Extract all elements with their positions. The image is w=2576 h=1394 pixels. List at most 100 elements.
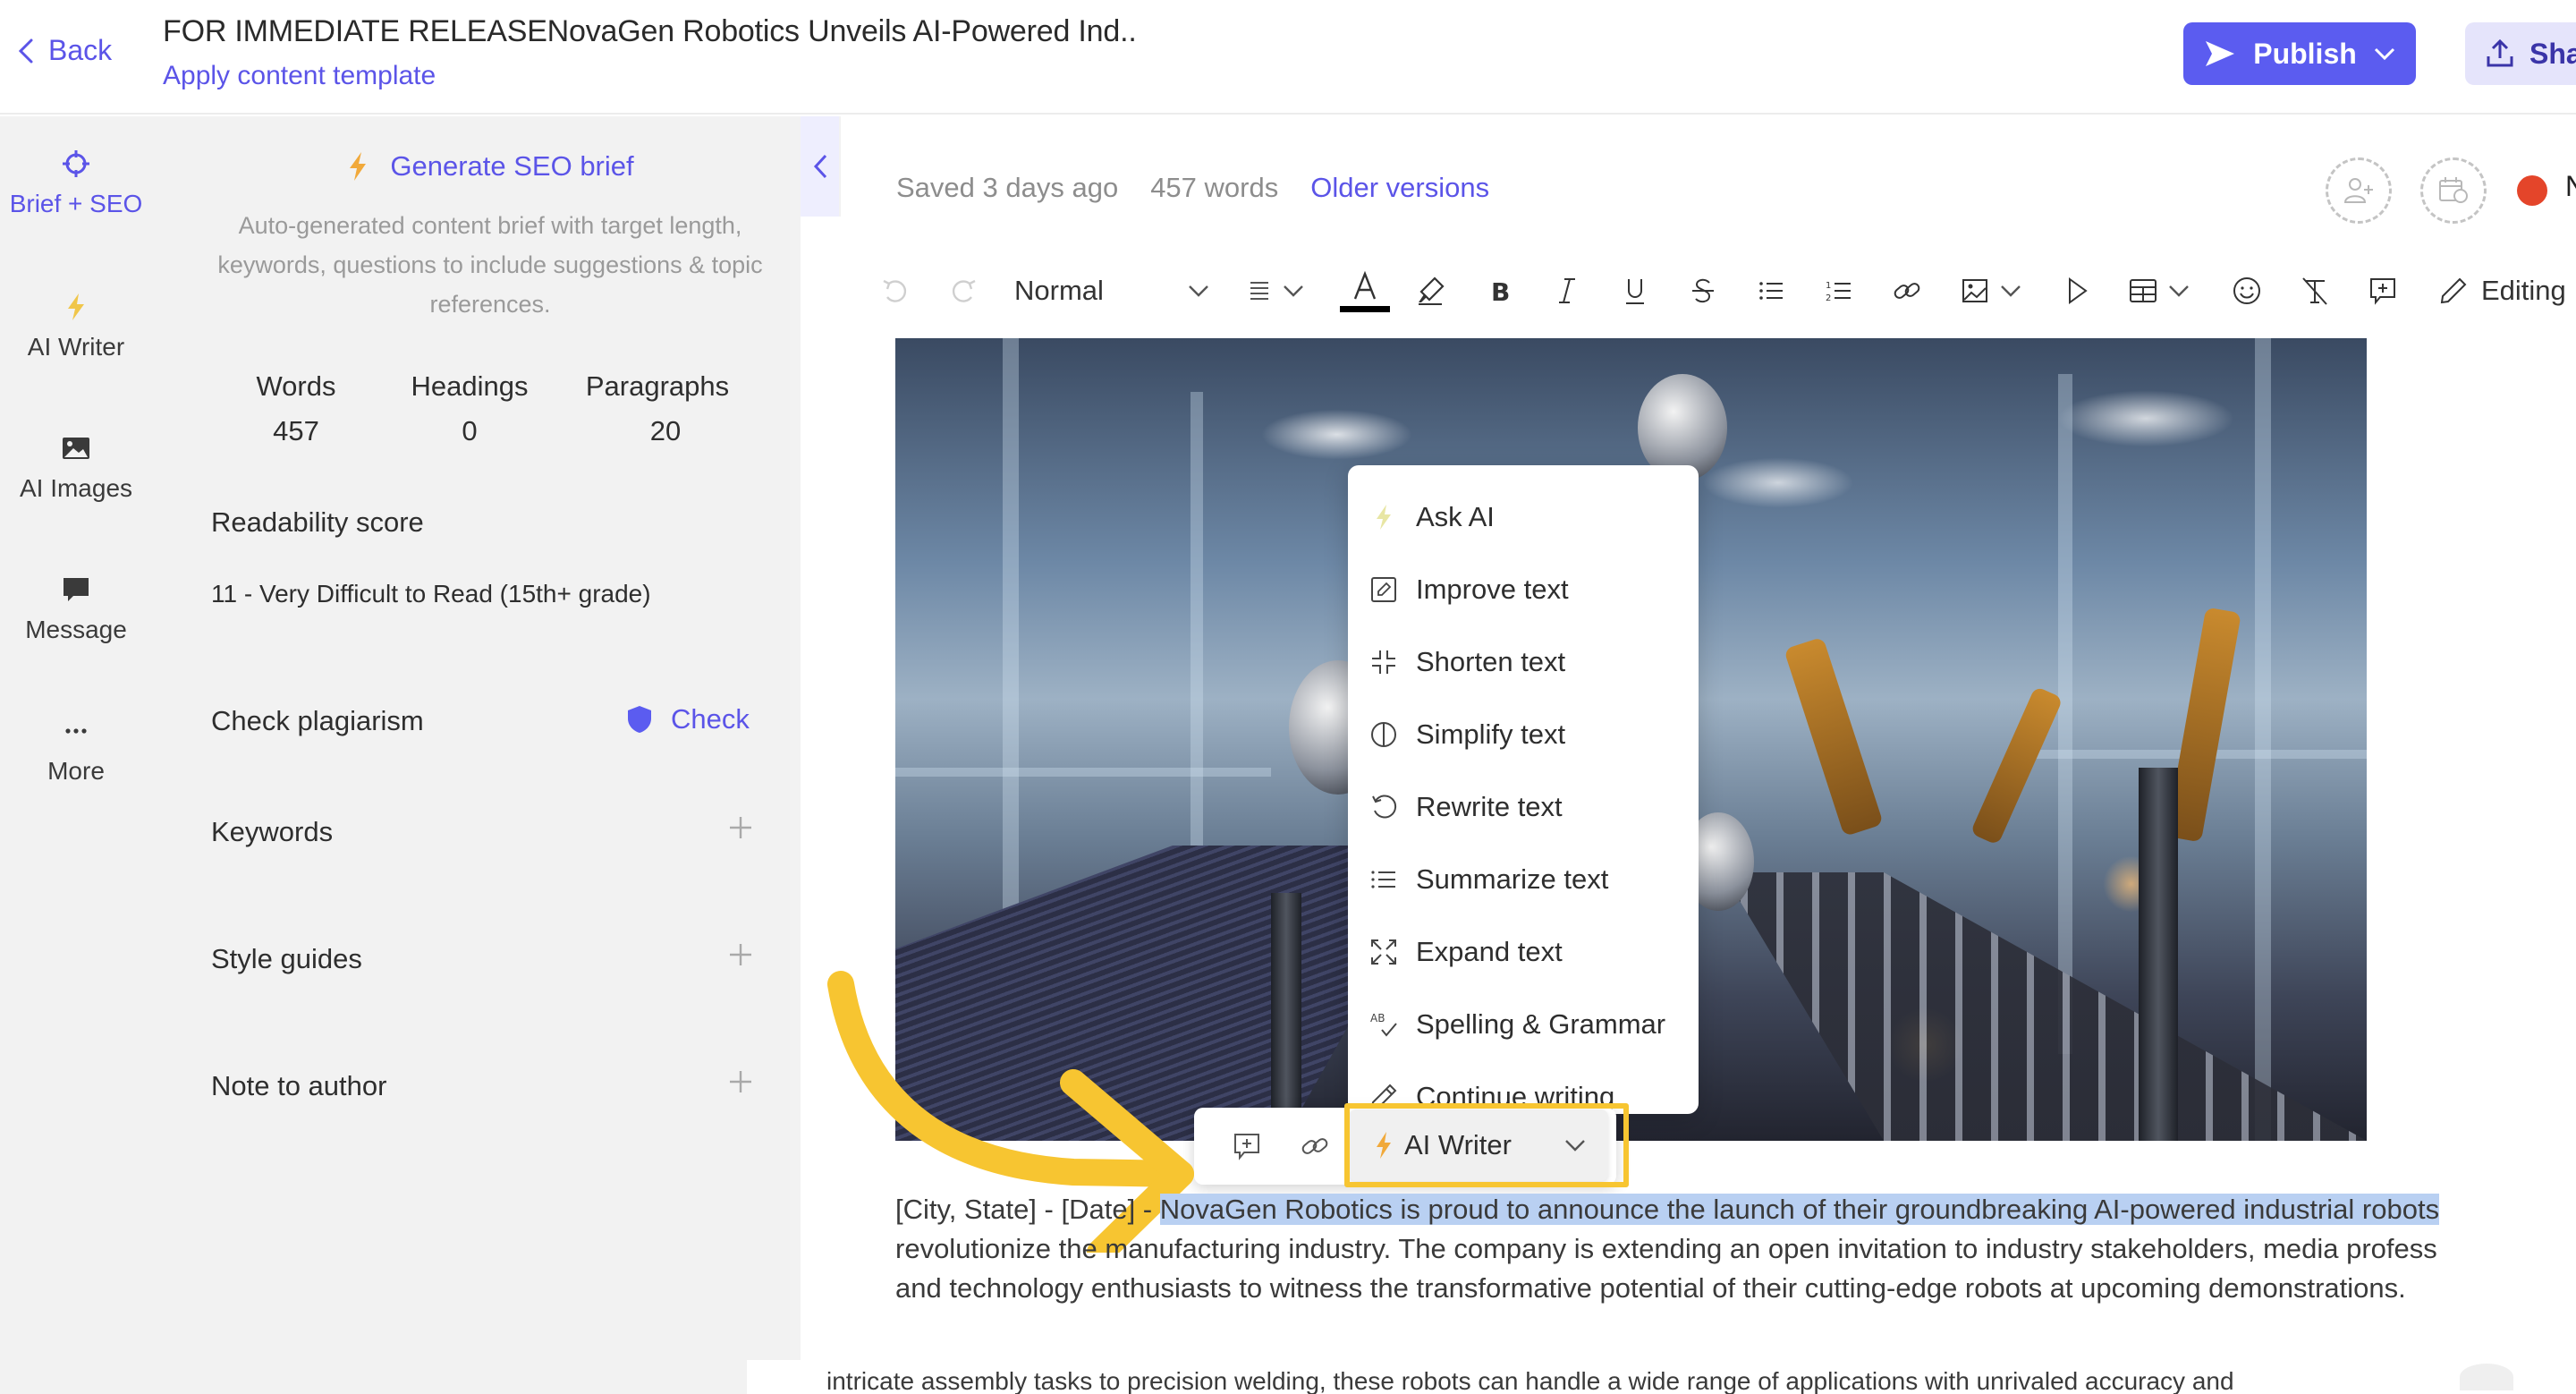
apply-content-template-link[interactable]: Apply content template	[163, 61, 436, 91]
align-icon	[1250, 282, 1268, 300]
menu-item-summarize-text[interactable]: Summarize text	[1348, 847, 1699, 912]
menu-item-label: Rewrite text	[1416, 791, 1563, 822]
insert-image-dropdown[interactable]	[1995, 265, 2027, 317]
menu-item-rewrite-text[interactable]: Rewrite text	[1348, 775, 1699, 839]
comment-plus-icon	[1234, 1134, 1259, 1160]
menu-item-shorten-text[interactable]: Shorten text	[1348, 630, 1699, 694]
menu-item-spelling-grammar[interactable]: AB Spelling & Grammar	[1348, 992, 1699, 1057]
bolt-icon	[350, 152, 367, 181]
menu-item-label: Ask AI	[1416, 501, 1495, 532]
schedule-button[interactable]	[2420, 157, 2487, 224]
scroll-to-top-button[interactable]	[2460, 1364, 2513, 1390]
align-button[interactable]	[1241, 265, 1277, 317]
svg-text:B: B	[1491, 277, 1510, 306]
highlighter-icon	[1419, 276, 1445, 305]
bold-button[interactable]: B	[1481, 265, 1517, 317]
selected-text[interactable]: NovaGen Robotics is proud to announce th…	[1159, 1194, 2440, 1225]
strikethrough-button[interactable]	[1685, 265, 1721, 317]
image-icon	[1962, 279, 1987, 302]
half-circle-icon	[1371, 722, 1396, 747]
clear-formatting-button[interactable]	[2297, 265, 2333, 317]
menu-item-label: Expand text	[1416, 936, 1563, 967]
add-note-button[interactable]	[727, 1068, 754, 1095]
spellcheck-icon: AB	[1370, 1012, 1397, 1037]
chevron-down-icon	[2001, 285, 2021, 297]
stat-value: 20	[649, 415, 682, 446]
menu-item-ask-ai[interactable]: Ask AI	[1348, 485, 1699, 549]
italic-button[interactable]	[1549, 265, 1585, 317]
share-button[interactable]: Sha	[2465, 22, 2576, 85]
text-color-button[interactable]	[1340, 265, 1390, 317]
menu-item-simplify-text[interactable]: Simplify text	[1348, 702, 1699, 767]
shrink-icon	[1372, 650, 1395, 674]
press-release-paragraph[interactable]: [City, State] - [Date] - NovaGen Robotic…	[895, 1190, 2576, 1308]
document-title: FOR IMMEDIATE RELEASENovaGen Robotics Un…	[163, 14, 1137, 48]
editing-mode-label: Editing	[2481, 275, 2566, 306]
rail-item-more[interactable]: More	[0, 716, 152, 786]
collapse-panel-button[interactable]	[801, 116, 841, 217]
plus-icon	[730, 944, 751, 965]
insert-video-button[interactable]	[2059, 265, 2095, 317]
emoji-button[interactable]	[2229, 265, 2265, 317]
stat-value: 457	[273, 415, 319, 446]
redo-button[interactable]	[945, 265, 982, 317]
bolt-icon	[68, 293, 84, 320]
insert-table-dropdown[interactable]	[2163, 265, 2195, 317]
list-icon	[1371, 871, 1395, 888]
stat-headings: Headings 0	[394, 370, 546, 447]
editor-toolbar: Normal B 12 Editing	[877, 265, 2576, 317]
align-dropdown[interactable]	[1277, 265, 1309, 317]
rail-item-ai-images[interactable]: AI Images	[0, 433, 152, 503]
bubble-link-button[interactable]	[1289, 1120, 1341, 1172]
publish-button[interactable]: Publish	[2183, 22, 2416, 85]
generate-seo-brief-button[interactable]: Generate SEO brief	[179, 150, 801, 183]
underline-button[interactable]	[1617, 265, 1653, 317]
menu-item-label: Shorten text	[1416, 646, 1566, 677]
rail-item-brief-seo[interactable]: Brief + SEO	[0, 149, 152, 218]
rail-label: AI Images	[19, 474, 133, 502]
menu-item-label: Simplify text	[1416, 718, 1566, 750]
chevron-left-icon	[813, 154, 826, 179]
rail-item-message[interactable]: Message	[0, 574, 152, 644]
highlight-button[interactable]	[1411, 265, 1449, 317]
smiley-icon	[2233, 277, 2260, 304]
paragraph-prefix: [City, State] - [Date] -	[895, 1194, 1160, 1225]
add-style-guide-button[interactable]	[727, 941, 754, 968]
back-button[interactable]: Back	[16, 34, 112, 67]
check-plagiarism-button[interactable]: Check	[626, 703, 750, 735]
bubble-comment-button[interactable]	[1221, 1120, 1273, 1172]
target-icon	[63, 150, 89, 177]
rotate-icon	[1372, 795, 1397, 819]
ai-writer-dropdown-button[interactable]: AI Writer	[1349, 1109, 1608, 1181]
link-button[interactable]	[1889, 265, 1925, 317]
add-keywords-button[interactable]	[727, 814, 754, 841]
numbered-list-icon: 12	[1826, 281, 1851, 303]
editing-mode-button[interactable]: Editing	[2438, 265, 2576, 317]
app-header: Back FOR IMMEDIATE RELEASENovaGen Roboti…	[0, 0, 2576, 115]
paragraph-style-dropdown[interactable]	[1181, 265, 1216, 317]
add-comment-button[interactable]	[2365, 265, 2401, 317]
readability-value: 11 - Very Difficult to Read (15th+ grade…	[211, 580, 651, 608]
bullet-list-button[interactable]	[1753, 265, 1789, 317]
menu-item-expand-text[interactable]: Expand text	[1348, 920, 1699, 984]
numbered-list-button[interactable]: 12	[1821, 265, 1857, 317]
add-collaborator-button[interactable]	[2326, 157, 2392, 224]
undo-button[interactable]	[877, 265, 914, 317]
chevron-down-icon	[2169, 285, 2189, 297]
bolt-icon	[1377, 1132, 1391, 1159]
rail-item-ai-writer[interactable]: AI Writer	[0, 292, 152, 361]
next-paragraph[interactable]: intricate assembly tasks to precision we…	[826, 1367, 2234, 1394]
brief-description: Auto-generated content brief with target…	[217, 212, 763, 318]
paragraph-style-value: Normal	[1014, 275, 1104, 306]
redo-icon	[952, 279, 976, 302]
older-versions-link[interactable]: Older versions	[1310, 172, 1489, 204]
chat-bubble-icon	[64, 578, 89, 601]
underline-icon	[1626, 279, 1644, 304]
menu-item-label: Summarize text	[1416, 863, 1609, 895]
table-icon	[2130, 279, 2157, 302]
insert-table-button[interactable]	[2125, 265, 2161, 317]
menu-item-improve-text[interactable]: Improve text	[1348, 557, 1699, 622]
stat-label: Paragraphs	[585, 370, 730, 402]
paragraph-line-2: revolutionize the manufacturing industry…	[895, 1233, 2437, 1264]
insert-image-button[interactable]	[1957, 265, 1993, 317]
